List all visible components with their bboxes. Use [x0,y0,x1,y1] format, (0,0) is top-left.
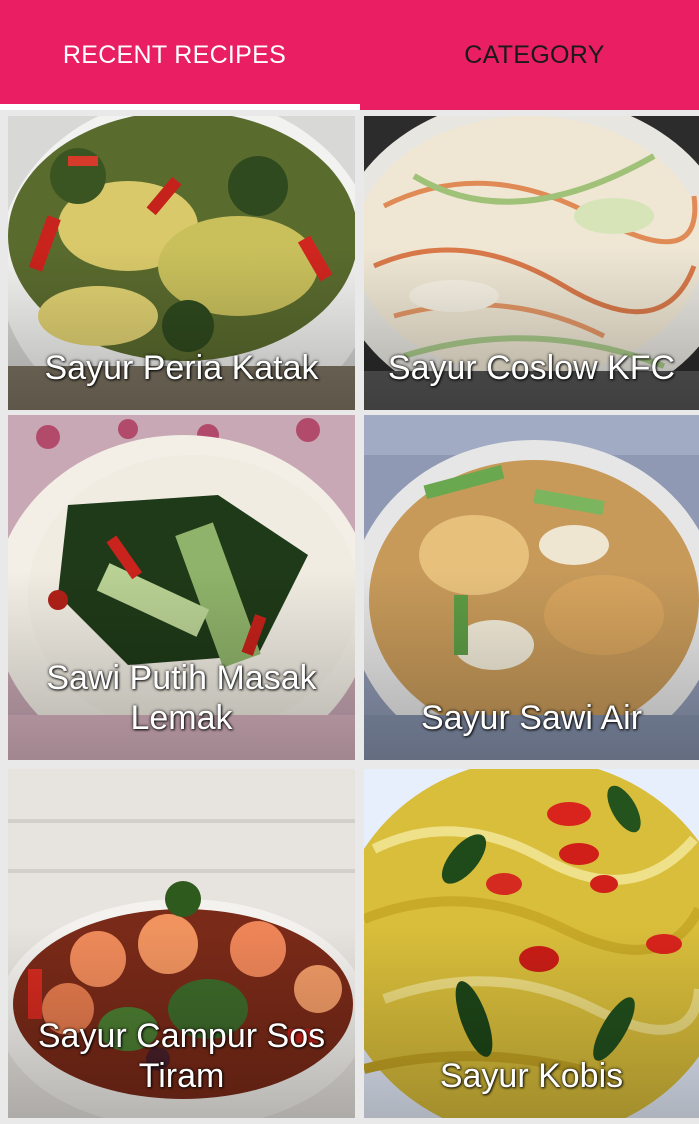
tab-category[interactable]: CATEGORY [360,0,699,110]
recipe-title: Sayur Coslow KFC [387,349,676,387]
recipe-title: Sayur Peria Katak [44,349,319,387]
recipe-title: Sayur Campur Sos Tiram [37,1017,326,1095]
recipe-card[interactable]: Sawi Putih Masak Lemak [8,415,355,760]
recipe-grid: Sayur Peria Katak Sayur Coslow KFC Sawi … [0,110,699,1124]
tab-recent-recipes[interactable]: RECENT RECIPES [0,0,349,110]
recipe-title: Sayur Kobis [439,1057,624,1095]
tab-bar: RECENT RECIPES CATEGORY [0,0,699,110]
recipe-card[interactable]: Sayur Campur Sos Tiram [8,769,355,1118]
recipe-card[interactable]: Sayur Sawi Air [364,415,699,760]
recipe-title: Sayur Sawi Air [420,699,643,737]
recipe-card[interactable]: Sayur Coslow KFC [364,116,699,410]
recipe-title: Sawi Putih Masak Lemak [46,659,317,737]
recipe-card[interactable]: Sayur Kobis [364,769,699,1118]
recipe-card[interactable]: Sayur Peria Katak [8,116,355,410]
